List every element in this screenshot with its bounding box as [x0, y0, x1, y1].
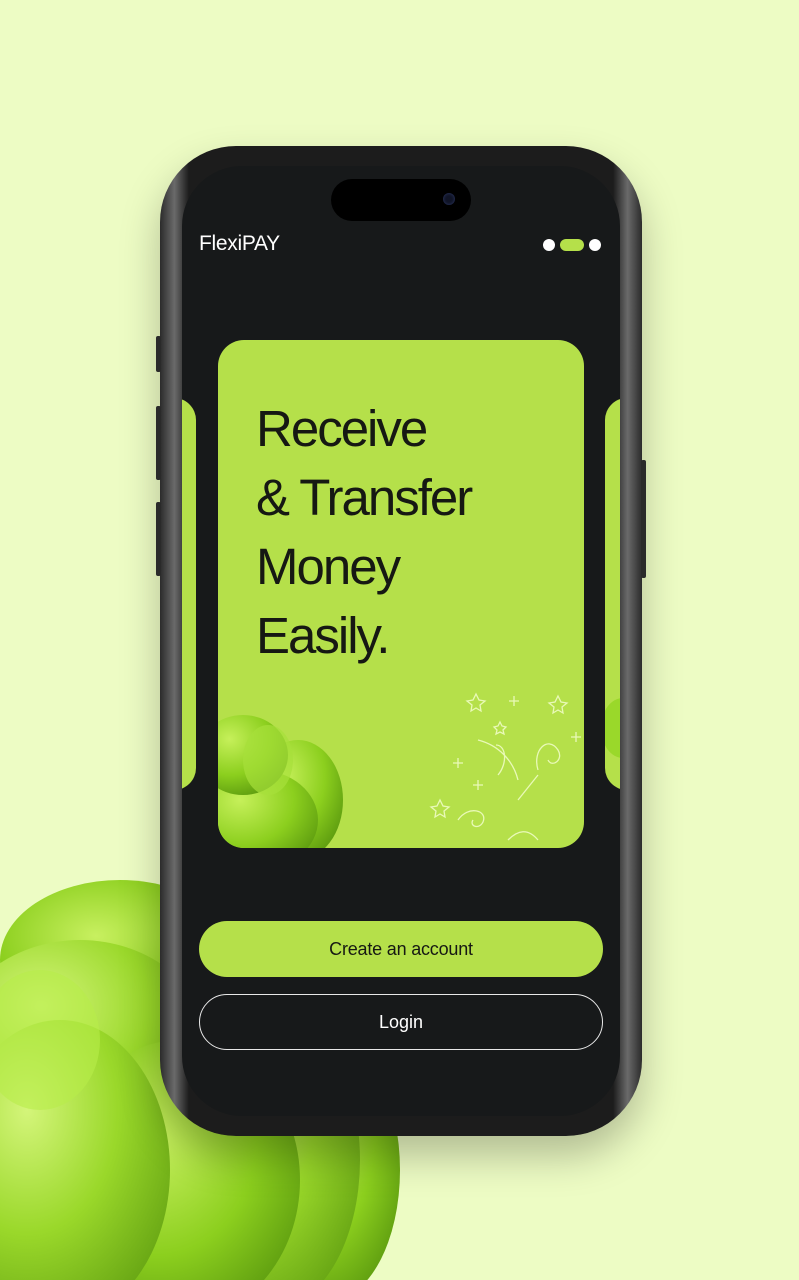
sparkle-doodles-icon	[429, 692, 581, 841]
app-brand-title: FlexiPAY	[199, 232, 280, 255]
pager-dot-3[interactable]	[589, 239, 601, 251]
app-screen: FlexiPAY Receive & Transfer Money Easily…	[182, 166, 620, 1116]
pager-dot-1[interactable]	[543, 239, 555, 251]
next-card-peek[interactable]	[605, 398, 620, 790]
hero-card: Receive & Transfer Money Easily.	[218, 340, 584, 848]
headline-line-4: Easily.	[256, 607, 390, 664]
phone-power-button	[641, 460, 646, 578]
headline-line-1: Receive	[256, 400, 428, 457]
phone-side-button	[156, 336, 161, 372]
hero-headline: Receive & Transfer Money Easily.	[256, 394, 473, 670]
phone-volume-down	[156, 502, 161, 576]
dynamic-island	[331, 179, 471, 221]
camera-icon	[443, 193, 455, 205]
green-swirl-icon	[218, 715, 343, 848]
onboarding-pager	[543, 239, 601, 251]
headline-line-2: & Transfer	[256, 469, 473, 526]
phone-volume-up	[156, 406, 161, 480]
previous-card-peek[interactable]	[182, 398, 196, 790]
pager-dot-2-active[interactable]	[560, 239, 584, 251]
create-account-button[interactable]: Create an account	[199, 921, 603, 977]
login-button[interactable]: Login	[199, 994, 603, 1050]
headline-line-3: Money	[256, 538, 401, 595]
